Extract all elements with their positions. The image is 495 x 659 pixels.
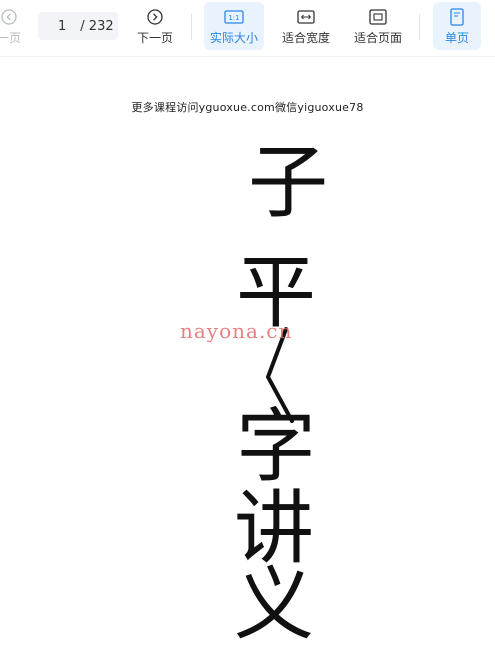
prev-page-button[interactable]: 一页 — [0, 2, 26, 50]
fit-page-label: 适合页面 — [353, 30, 402, 45]
single-page-button[interactable]: 单页 — [433, 2, 481, 50]
single-page-icon — [450, 7, 464, 27]
prev-page-label: 一页 — [0, 30, 21, 45]
next-page-label: 下一页 — [136, 30, 173, 45]
fit-page-button[interactable]: 适合页面 — [350, 2, 406, 50]
chevron-left-circle-icon — [1, 7, 17, 27]
fit-width-button[interactable]: 适合宽度 — [278, 2, 334, 50]
actual-size-icon-text: 1:1 — [228, 14, 239, 22]
page-number-field[interactable]: 1 / 232 — [38, 12, 118, 40]
watermark-text: nayona.cn — [180, 319, 293, 343]
document-page[interactable]: 更多课程访问yguoxue.com微信yiguoxue78 子 平 字 讲 义 … — [0, 57, 495, 659]
fit-width-icon — [297, 7, 315, 27]
single-page-label: 单页 — [444, 30, 469, 45]
current-page-input[interactable]: 1 — [58, 19, 66, 34]
fit-width-label: 适合宽度 — [281, 30, 330, 45]
viewer-toolbar: 一页 1 / 232 下一页 1:1 实际大小 适合宽度 适合页面 单页 — [0, 0, 495, 57]
actual-size-label: 实际大小 — [209, 30, 258, 45]
total-pages: / 232 — [80, 18, 114, 34]
fit-page-icon — [369, 7, 387, 27]
actual-size-button[interactable]: 1:1 实际大小 — [204, 2, 264, 50]
toolbar-divider — [419, 14, 420, 40]
actual-size-icon: 1:1 — [224, 7, 244, 27]
title-char: 义 — [234, 558, 314, 651]
chevron-right-circle-icon — [147, 7, 163, 27]
toolbar-divider — [191, 14, 192, 40]
promo-text: 更多课程访问yguoxue.com微信yiguoxue78 — [131, 101, 364, 114]
next-page-button[interactable]: 下一页 — [132, 2, 178, 50]
title-char: 讲 — [234, 482, 314, 575]
title-char: 子 — [248, 136, 328, 229]
